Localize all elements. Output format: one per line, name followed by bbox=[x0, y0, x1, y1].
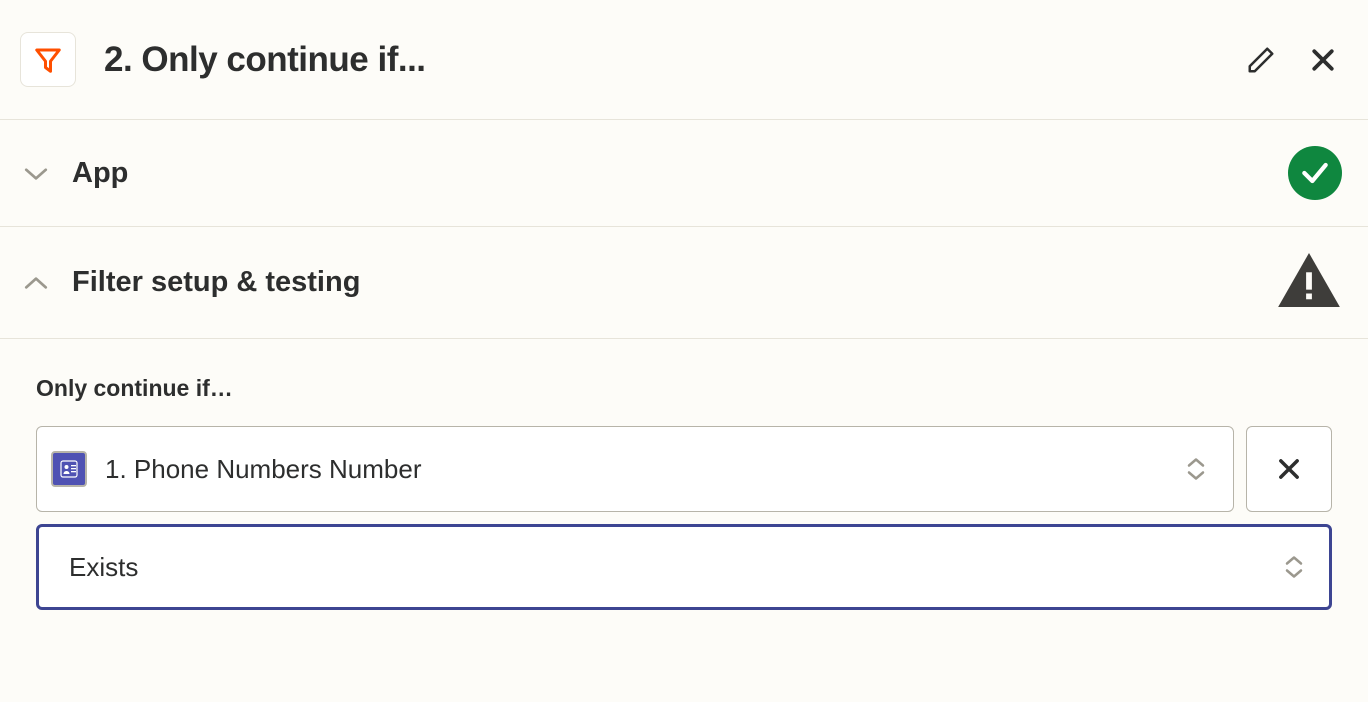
chevron-down-icon bbox=[22, 165, 50, 181]
close-icon bbox=[1275, 455, 1303, 483]
rename-button[interactable] bbox=[1246, 45, 1276, 75]
header-actions bbox=[1246, 45, 1338, 75]
filter-body: Only continue if… 1. Phone Numbers Numbe… bbox=[0, 338, 1368, 632]
filter-icon bbox=[33, 45, 63, 75]
panel-header: 2. Only continue if... bbox=[0, 0, 1368, 119]
chevron-up-icon bbox=[22, 275, 50, 291]
updown-icon bbox=[1283, 554, 1305, 580]
status-success-badge bbox=[1288, 146, 1342, 200]
section-filter-label: Filter setup & testing bbox=[72, 266, 1256, 299]
filter-field-label: Only continue if… bbox=[36, 375, 1332, 402]
filter-field-select[interactable]: 1. Phone Numbers Number bbox=[36, 426, 1234, 512]
updown-icon bbox=[1185, 456, 1207, 482]
delete-rule-button[interactable] bbox=[1246, 426, 1332, 512]
warning-icon bbox=[1278, 253, 1340, 307]
filter-condition-row: Exists bbox=[36, 524, 1332, 610]
filter-app-icon-box bbox=[20, 32, 76, 87]
filter-condition-value: Exists bbox=[69, 552, 1265, 583]
close-button[interactable] bbox=[1308, 45, 1338, 75]
pencil-icon bbox=[1246, 45, 1276, 75]
contacts-app-icon bbox=[51, 451, 87, 487]
check-icon bbox=[1299, 157, 1331, 189]
filter-field-row: 1. Phone Numbers Number bbox=[36, 426, 1332, 512]
step-title: 2. Only continue if... bbox=[104, 40, 1218, 80]
filter-field-value: 1. Phone Numbers Number bbox=[105, 454, 1167, 485]
status-warning-badge bbox=[1278, 253, 1340, 312]
filter-condition-select[interactable]: Exists bbox=[36, 524, 1332, 610]
section-app-label: App bbox=[72, 157, 1266, 190]
section-app[interactable]: App bbox=[0, 119, 1368, 226]
section-filter-setup[interactable]: Filter setup & testing bbox=[0, 226, 1368, 338]
close-icon bbox=[1308, 45, 1338, 75]
